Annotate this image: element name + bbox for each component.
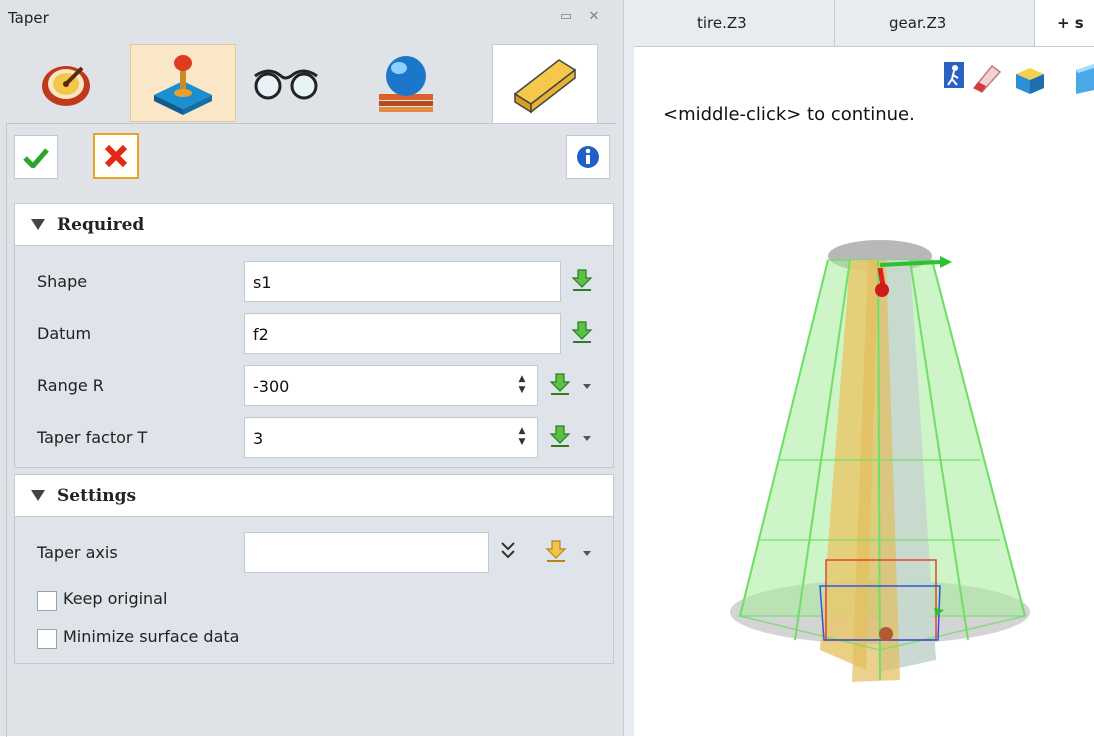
taper-factor-value: 3 bbox=[253, 429, 264, 448]
range-label: Range R bbox=[37, 376, 104, 395]
joystick-icon bbox=[154, 55, 212, 115]
settings-section: Settings Taper axis Keep original Minimi… bbox=[14, 474, 614, 664]
tab-new[interactable]: + s bbox=[1034, 0, 1094, 46]
sphere-icon bbox=[379, 56, 433, 112]
tool-tabs bbox=[8, 44, 618, 123]
settings-header[interactable]: Settings bbox=[15, 475, 613, 517]
taper-factor-input[interactable]: 3 ▲ ▼ bbox=[244, 417, 538, 458]
tab-joystick[interactable] bbox=[130, 44, 236, 122]
tab-tire-label: tire.Z3 bbox=[697, 14, 747, 32]
x-icon bbox=[104, 144, 128, 168]
taper-axis-label: Taper axis bbox=[37, 543, 118, 562]
document-tabs: tire.Z3 gear.Z3 + s bbox=[634, 0, 1094, 47]
tab-tire[interactable]: tire.Z3 bbox=[634, 0, 834, 46]
required-section: Required Shape s1 Datum f2 Range R -300 … bbox=[14, 203, 614, 468]
keep-original-checkbox[interactable] bbox=[37, 591, 57, 611]
clock-icon bbox=[42, 66, 90, 106]
box-icon[interactable] bbox=[1016, 68, 1044, 94]
pick-download-icon[interactable] bbox=[571, 268, 593, 292]
pick-download-icon[interactable] bbox=[571, 320, 593, 344]
range-spinner[interactable]: ▲ ▼ bbox=[517, 374, 527, 398]
pick-download-icon[interactable] bbox=[549, 372, 571, 396]
tab-gear-label: gear.Z3 bbox=[889, 14, 947, 32]
eraser-icon[interactable] bbox=[972, 64, 1002, 93]
collapse-triangle-icon bbox=[31, 490, 45, 501]
tab-clock[interactable] bbox=[14, 44, 118, 120]
datum-value: f2 bbox=[253, 325, 269, 344]
checkmark-icon bbox=[23, 148, 49, 168]
range-dropdown-icon[interactable] bbox=[583, 384, 591, 389]
cube-icon[interactable] bbox=[1076, 64, 1094, 94]
required-header[interactable]: Required bbox=[15, 204, 613, 246]
taper-factor-spinner[interactable]: ▲ ▼ bbox=[517, 426, 527, 450]
range-value: -300 bbox=[253, 377, 290, 396]
datum-label: Datum bbox=[37, 324, 92, 343]
minimize-surface-label: Minimize surface data bbox=[63, 627, 240, 646]
keep-original-label: Keep original bbox=[63, 589, 168, 608]
taper-factor-label: Taper factor T bbox=[37, 428, 148, 447]
restore-icon[interactable]: ▭ bbox=[558, 10, 574, 24]
pick-download-icon[interactable] bbox=[545, 539, 567, 563]
double-chevron-down-icon[interactable] bbox=[500, 541, 516, 561]
required-title: Required bbox=[57, 215, 145, 235]
panel-titlebar: Taper ▭ ✕ bbox=[0, 0, 623, 36]
glasses-icon bbox=[254, 69, 318, 100]
status-prompt: <middle-click> to continue. bbox=[663, 104, 915, 125]
tapered-model[interactable] bbox=[700, 220, 1060, 700]
pick-download-icon[interactable] bbox=[549, 424, 571, 448]
taper-panel: Taper ▭ ✕ Required Shape s1 Datum f2 Ran… bbox=[0, 0, 624, 737]
panel-title: Taper bbox=[8, 9, 49, 27]
info-icon bbox=[577, 146, 599, 168]
range-input[interactable]: -300 ▲ ▼ bbox=[244, 365, 538, 406]
info-button[interactable] bbox=[566, 135, 610, 179]
taper-axis-input[interactable] bbox=[244, 532, 489, 573]
close-icon[interactable]: ✕ bbox=[586, 10, 602, 24]
shape-value: s1 bbox=[253, 273, 272, 292]
tab-gear[interactable]: gear.Z3 bbox=[834, 0, 1035, 46]
exit-icon[interactable] bbox=[944, 62, 964, 88]
datum-input[interactable]: f2 bbox=[244, 313, 561, 354]
settings-title: Settings bbox=[57, 486, 137, 506]
tab-sphere[interactable] bbox=[354, 44, 458, 120]
shape-label: Shape bbox=[37, 272, 88, 291]
tab-glasses[interactable] bbox=[234, 44, 338, 120]
taper-factor-dropdown-icon[interactable] bbox=[583, 436, 591, 441]
taper-axis-dropdown-icon[interactable] bbox=[583, 551, 591, 556]
cancel-button[interactable] bbox=[93, 133, 139, 179]
ok-button[interactable] bbox=[14, 135, 58, 179]
origin-point bbox=[879, 627, 893, 641]
view-toolbar bbox=[944, 62, 1094, 94]
tab-new-label: + s bbox=[1057, 14, 1084, 32]
minimize-surface-checkbox[interactable] bbox=[37, 629, 57, 649]
tab-bar[interactable] bbox=[492, 44, 598, 123]
bar-icon bbox=[513, 59, 577, 114]
shape-input[interactable]: s1 bbox=[244, 261, 561, 302]
collapse-triangle-icon bbox=[31, 219, 45, 230]
